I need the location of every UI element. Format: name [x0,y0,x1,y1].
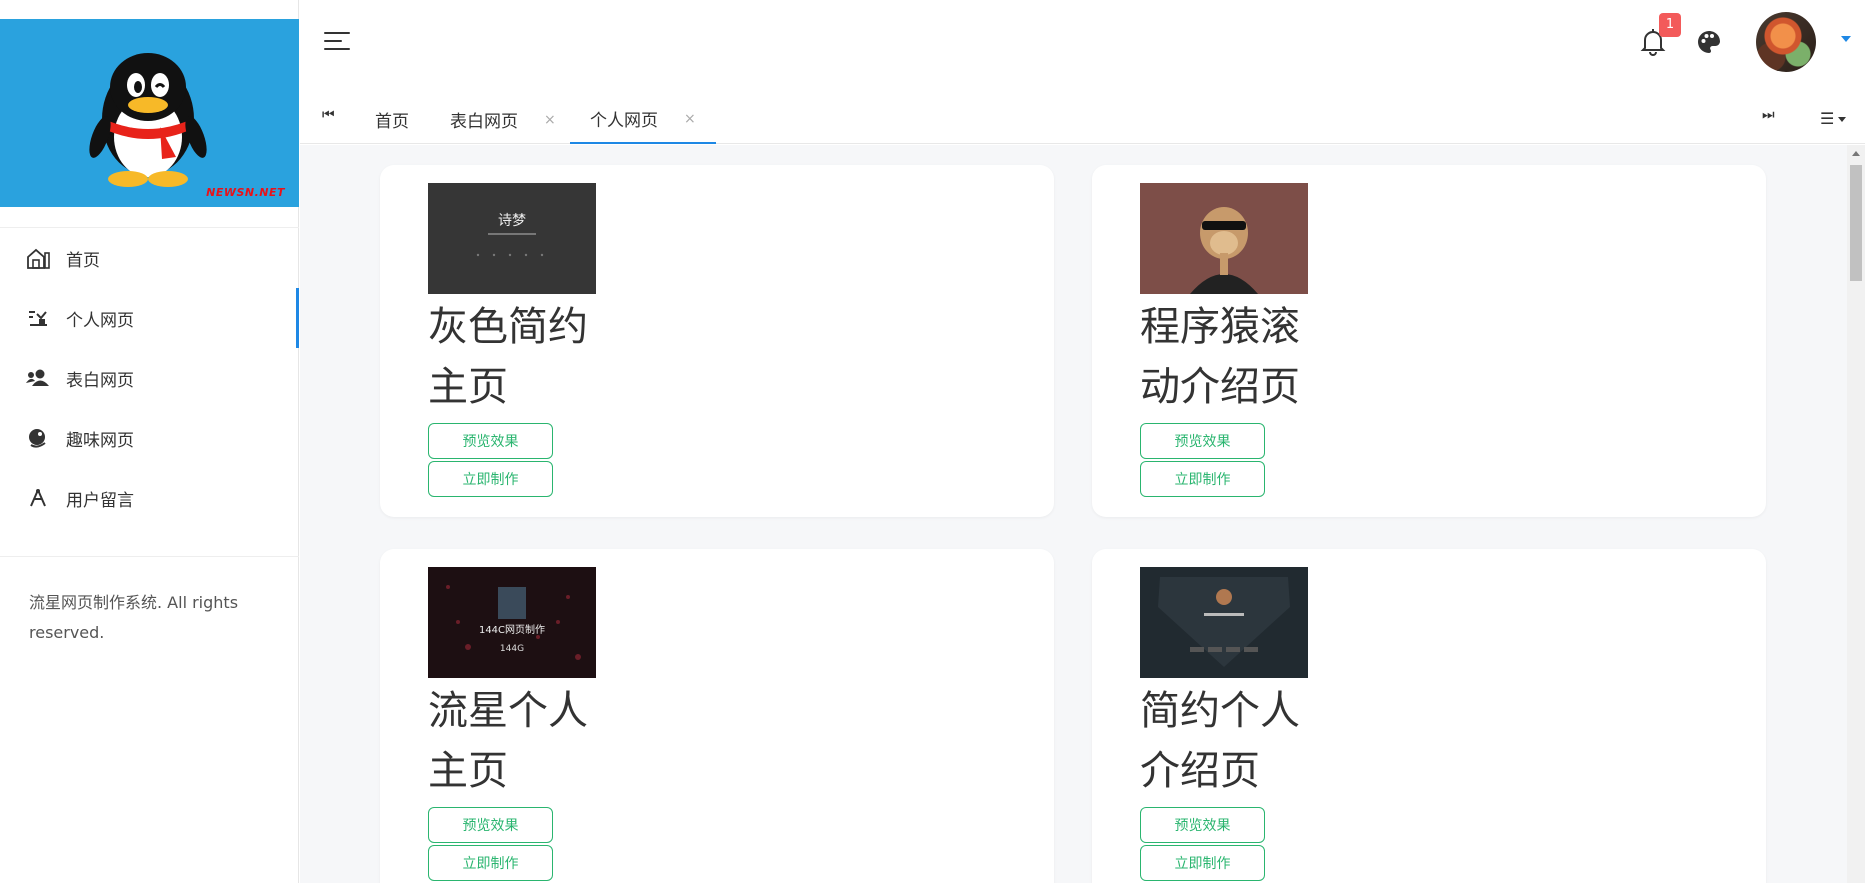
caret-down-icon [1838,117,1847,122]
tab-label: 首页 [375,112,409,132]
preview-button[interactable]: 预览效果 [428,423,553,459]
sidebar-item-home[interactable]: 首页 [0,228,299,288]
divider [0,556,299,557]
close-icon[interactable]: × [544,112,556,128]
main-content: 诗梦 灰色简约主页 预览效果 立即制作 程序猿滚动介绍页 预览效果 立即制作 1… [300,145,1847,883]
tab-scroll-right-icon[interactable]: ⏭ [1762,107,1775,123]
thumb-title-text: 诗梦 [498,213,526,229]
notification-badge: 1 [1659,13,1681,37]
sidebar-item-fun-page[interactable]: 趣味网页 [0,408,299,468]
template-thumbnail[interactable]: 144C网页制作 144G [428,567,596,678]
create-button[interactable]: 立即制作 [428,845,553,881]
template-card: 144C网页制作 144G 流星个人主页 预览效果 立即制作 [380,549,1054,883]
home-icon [26,246,50,270]
logo-wordmark: NEWSN.NET [206,186,285,199]
theme-palette-icon[interactable] [1696,29,1722,55]
tab-personal-page[interactable]: 个人网页 × [570,95,716,144]
template-card: 诗梦 灰色简约主页 预览效果 立即制作 [380,165,1054,517]
sidebar-nav: 首页 个人网页 表白网页 趣味网页 用户留言 [0,228,299,528]
sidebar-item-user-messages[interactable]: 用户留言 [0,468,299,528]
preview-button[interactable]: 预览效果 [428,807,553,843]
tab-scroll-left-icon[interactable]: ⏮ [322,107,335,123]
template-thumbnail[interactable] [1140,567,1308,678]
penguin-logo-icon [89,53,207,187]
template-title: 流星个人主页 [428,688,588,794]
template-card: 程序猿滚动介绍页 预览效果 立即制作 [1092,165,1766,517]
app-logo[interactable]: NEWSN.NET [0,19,299,207]
scrollbar-thumb[interactable] [1850,165,1862,281]
create-button[interactable]: 立即制作 [1140,845,1265,881]
sidebar-item-confession-page[interactable]: 表白网页 [0,348,299,408]
sidebar-item-label: 趣味网页 [66,430,134,451]
vertical-scrollbar[interactable] [1847,145,1865,883]
create-button[interactable]: 立即制作 [428,461,553,497]
menu-toggle-icon[interactable] [324,30,350,50]
sidebar-item-label: 首页 [66,250,100,271]
sidebar-item-label: 表白网页 [66,370,134,391]
create-button[interactable]: 立即制作 [1140,461,1265,497]
template-title: 简约个人介绍页 [1140,688,1300,794]
tab-confession-page[interactable]: 表白网页 × [450,95,556,144]
template-card: 简约个人介绍页 预览效果 立即制作 [1092,549,1766,883]
sidebar-item-label: 个人网页 [66,310,134,331]
template-thumbnail[interactable]: 诗梦 [428,183,596,294]
template-title: 程序猿滚动介绍页 [1140,304,1300,410]
close-icon[interactable]: × [684,111,696,127]
tab-label: 表白网页 [450,112,518,132]
thumb-title-text: 144C网页制作 [479,623,545,636]
globe-icon [26,426,50,450]
chevron-down-icon[interactable] [1841,36,1851,42]
tab-options-menu[interactable]: ☰ [1820,109,1847,128]
sidebar-item-personal-page[interactable]: 个人网页 [0,288,299,348]
sidebar-item-label: 用户留言 [66,490,134,511]
template-thumbnail[interactable] [1140,183,1308,294]
sidebar: NEWSN.NET 首页 个人网页 表白网页 趣味网页 用户留言 流星网页制作系… [0,0,299,883]
top-header: 1 [300,0,1865,83]
user-avatar[interactable] [1756,12,1816,72]
users-icon [26,366,50,390]
tab-bar: ⏮ 首页 表白网页 × 个人网页 × ⏭ ☰ [300,95,1865,144]
scroll-up-arrow-icon[interactable] [1852,151,1860,156]
preview-button[interactable]: 预览效果 [1140,423,1265,459]
template-title: 灰色简约主页 [428,304,588,410]
person-page-icon [26,306,50,330]
tab-home[interactable]: 首页 [375,95,409,144]
copyright-text: 流星网页制作系统. All rights reserved. [29,593,239,642]
tab-label: 个人网页 [590,111,658,131]
thumb-subtitle-text: 144G [500,644,524,654]
preview-button[interactable]: 预览效果 [1140,807,1265,843]
compass-icon [26,486,50,510]
